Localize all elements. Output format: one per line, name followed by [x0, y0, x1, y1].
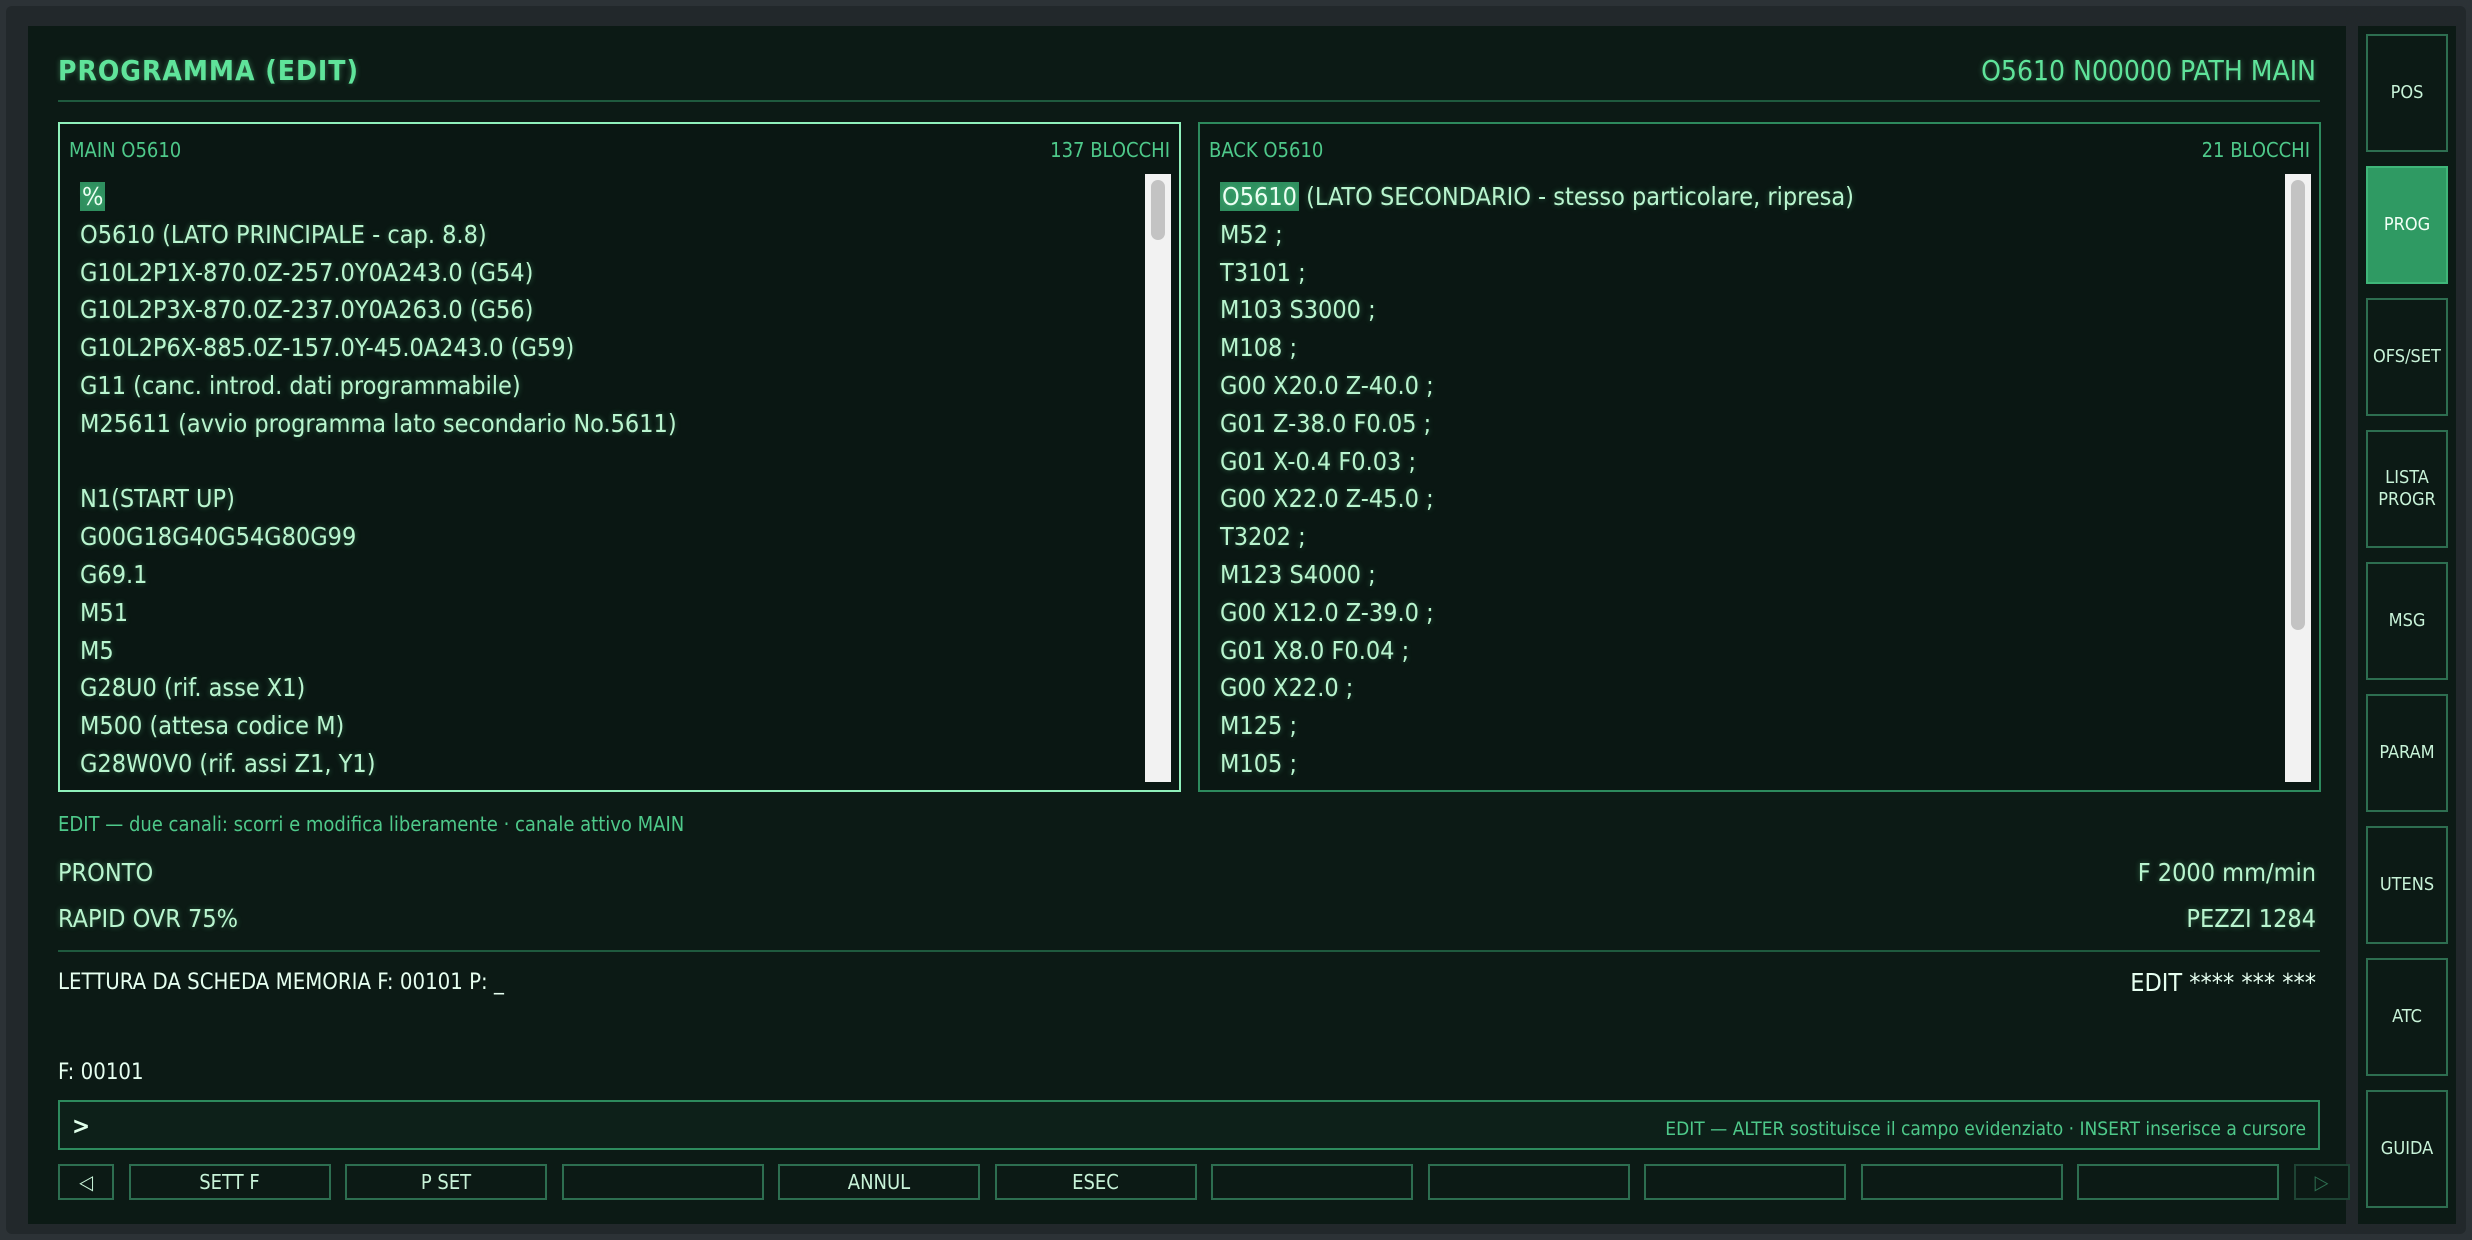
code-line[interactable]: O5610 (LATO PRINCIPALE - cap. 8.8) [80, 216, 1139, 254]
code-line[interactable]: G69.1 [80, 556, 1139, 594]
main-program-pane[interactable]: MAIN O5610 137 BLOCCHI % O5610 (LATO PRIN… [58, 122, 1181, 792]
feed-rate: F 2000 mm/min [2137, 858, 2316, 887]
main-code-listing[interactable]: % O5610 (LATO PRINCIPALE - cap. 8.8) G10L2… [80, 178, 1139, 783]
back-scrollbar[interactable] [2285, 174, 2311, 782]
code-line[interactable]: G10L2P6X-885.0Z-157.0Y-45.0A243.0 (G59) [80, 329, 1139, 367]
side-button-ofs-set[interactable]: OFS/SET [2366, 298, 2448, 416]
code-line[interactable]: O5610 (LATO SECONDARIO - stesso particol… [1220, 178, 2279, 216]
cursor-highlight[interactable]: O5610 [1220, 182, 1299, 211]
back-code-listing[interactable]: O5610 (LATO SECONDARIO - stesso particol… [1220, 178, 2279, 783]
side-button-param[interactable]: PARAM [2366, 694, 2448, 812]
function-key-column: POS PROG OFS/SET LISTA PROGR MSG PARAM UTENS AT… [2358, 26, 2456, 1224]
softkey-esec[interactable]: ESEC [994, 1164, 1197, 1200]
code-line[interactable]: M123 S4000 ; [1220, 556, 2279, 594]
command-hint: EDIT — ALTER sostituisce il campo eviden… [1665, 1118, 2306, 1140]
code-line[interactable]: T3101 ; [1220, 254, 2279, 292]
side-button-utens[interactable]: UTENS [2366, 826, 2448, 944]
main-scrollbar[interactable] [1145, 174, 1171, 782]
code-line[interactable]: % [80, 178, 1139, 216]
code-line[interactable]: T3202 ; [1220, 518, 2279, 556]
softkey-blank-4[interactable] [1644, 1164, 1846, 1200]
softkey-bar: ◁ SETT F P SET ANNUL ESEC ▷ [58, 1164, 2350, 1200]
code-line[interactable]: G00G18G40G54G80G99 [80, 518, 1139, 556]
code-line[interactable]: G01 X-0.4 F0.03 ; [1220, 443, 2279, 481]
softkey-next-icon[interactable]: ▷ [2293, 1164, 2350, 1200]
side-button-pos[interactable]: POS [2366, 34, 2448, 152]
header-divider [58, 100, 2320, 102]
code-line[interactable]: G28U0 (rif. asse X1) [80, 669, 1139, 707]
code-line[interactable]: M108 ; [1220, 329, 2279, 367]
rapid-override: RAPID OVR 75% [58, 904, 239, 933]
softkey-blank-5[interactable] [1860, 1164, 2063, 1200]
back-program-pane[interactable]: BACK O5610 21 BLOCCHI O5610 (LATO SECOND… [1198, 122, 2321, 792]
back-pane-block-count: 21 BLOCCHI [2201, 138, 2310, 162]
cnc-screen: PROGRAMMA (EDIT) O5610 N00000 PATH MAIN … [28, 26, 2350, 1224]
side-button-guida[interactable]: GUIDA [2366, 1090, 2448, 1208]
back-pane-label: BACK O5610 [1209, 138, 1324, 162]
softkey-blank-6[interactable] [2077, 1164, 2279, 1200]
softkey-prev-icon[interactable]: ◁ [58, 1164, 114, 1200]
softkey-blank-2[interactable] [1211, 1164, 1413, 1200]
code-line[interactable] [80, 443, 1139, 481]
memory-card-reading: LETTURA DA SCHEDA MEMORIA F: 00101 P: _ [58, 970, 504, 995]
code-line[interactable]: M51 [80, 594, 1139, 632]
main-scrollbar-thumb[interactable] [1151, 180, 1165, 240]
command-prompt: > [72, 1112, 91, 1140]
code-line[interactable]: G10L2P3X-870.0Z-237.0Y0A263.0 (G56) [80, 291, 1139, 329]
code-line-text: (LATO SECONDARIO - stesso particolare, r… [1298, 182, 1854, 211]
code-line[interactable]: M103 S3000 ; [1220, 291, 2279, 329]
softkey-blank-1[interactable] [561, 1164, 764, 1200]
code-line[interactable]: M5 [80, 632, 1139, 670]
program-status: O5610 N00000 PATH MAIN [1981, 54, 2316, 87]
main-pane-label: MAIN O5610 [69, 138, 182, 162]
code-line[interactable]: G01 X8.0 F0.04 ; [1220, 632, 2279, 670]
code-line[interactable]: G11 (canc. introd. dati programmabile) [80, 367, 1139, 405]
side-button-prog[interactable]: PROG [2366, 166, 2448, 284]
command-input[interactable]: > EDIT — ALTER sostituisce il campo evid… [58, 1100, 2320, 1150]
code-line[interactable]: G10L2P1X-870.0Z-257.0Y0A243.0 (G54) [80, 254, 1139, 292]
side-button-atc[interactable]: ATC [2366, 958, 2448, 1076]
side-button-msg[interactable]: MSG [2366, 562, 2448, 680]
softkey-blank-3[interactable] [1427, 1164, 1630, 1200]
code-line[interactable]: G01 Z-38.0 F0.05 ; [1220, 405, 2279, 443]
code-line[interactable]: M52 ; [1220, 216, 2279, 254]
code-line[interactable]: G00 X22.0 ; [1220, 669, 2279, 707]
code-line[interactable]: G28W0V0 (rif. assi Z1, Y1) [80, 745, 1139, 783]
machine-state: PRONTO [58, 858, 154, 887]
code-line[interactable]: G00 X22.0 Z-45.0 ; [1220, 480, 2279, 518]
code-line[interactable]: M125 ; [1220, 707, 2279, 745]
file-number: F: 00101 [58, 1060, 144, 1085]
code-line[interactable]: G00 X12.0 Z-39.0 ; [1220, 594, 2279, 632]
cursor-highlight[interactable]: % [80, 182, 106, 211]
status-divider [58, 950, 2320, 952]
softkey-annul[interactable]: ANNUL [778, 1164, 980, 1200]
side-button-lista-progr[interactable]: LISTA PROGR [2366, 430, 2448, 548]
code-line[interactable]: N1(START UP) [80, 480, 1139, 518]
parts-counter: PEZZI 1284 [2186, 904, 2316, 933]
code-line[interactable]: G00 X20.0 Z-40.0 ; [1220, 367, 2279, 405]
main-pane-block-count: 137 BLOCCHI [1050, 138, 1170, 162]
page-title: PROGRAMMA (EDIT) [58, 54, 359, 87]
code-line[interactable]: M105 ; [1220, 745, 2279, 783]
code-line[interactable]: M500 (attesa codice M) [80, 707, 1139, 745]
code-line[interactable]: M25611 (avvio programma lato secondario … [80, 405, 1139, 443]
softkey-p-set[interactable]: P SET [345, 1164, 547, 1200]
softkey-sett-f[interactable]: SETT F [128, 1164, 331, 1200]
edit-hint: EDIT — due canali: scorri e modifica lib… [58, 812, 685, 836]
cnc-frame: PROGRAMMA (EDIT) O5610 N00000 PATH MAIN … [6, 6, 2466, 1234]
back-scrollbar-thumb[interactable] [2291, 180, 2305, 630]
edit-mode-indicator: EDIT **** *** *** [2130, 968, 2316, 997]
